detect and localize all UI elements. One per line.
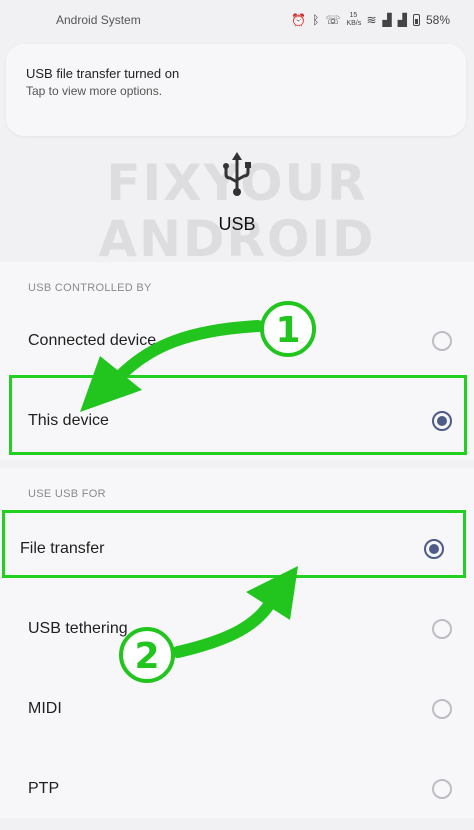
arrow-2-icon xyxy=(172,566,298,658)
step-2-number: 2 xyxy=(134,636,159,677)
step-1-number: 1 xyxy=(275,310,300,351)
arrow-1-icon xyxy=(80,320,264,412)
step-2-badge: 2 xyxy=(119,627,175,683)
annotation-overlay: 1 2 xyxy=(80,301,316,683)
step-1-badge: 1 xyxy=(260,301,316,357)
